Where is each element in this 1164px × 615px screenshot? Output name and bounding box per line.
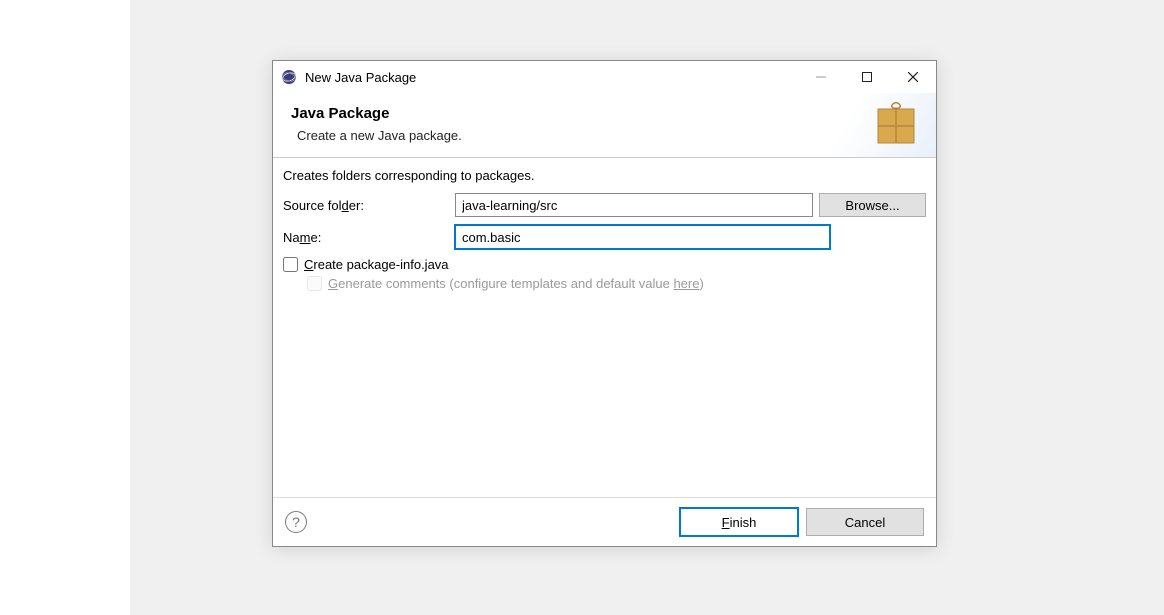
generate-comments-checkbox [307, 276, 322, 291]
name-input[interactable] [455, 225, 830, 249]
configure-link: here [673, 276, 699, 291]
wizard-subheading: Create a new Java package. [291, 128, 918, 143]
window-title: New Java Package [305, 70, 798, 85]
name-label: Name: [283, 230, 455, 245]
help-button[interactable]: ? [285, 511, 307, 533]
name-row: Name: [283, 225, 926, 249]
cancel-button[interactable]: Cancel [806, 508, 924, 536]
source-folder-row: Source folder: Browse... [283, 193, 926, 217]
create-package-info-label[interactable]: Create package-info.java [304, 257, 449, 272]
close-button[interactable] [890, 61, 936, 93]
maximize-button[interactable] [844, 61, 890, 93]
finish-button[interactable]: Finish [680, 508, 798, 536]
source-folder-label: Source folder: [283, 198, 455, 213]
wizard-heading: Java Package [291, 105, 918, 122]
browse-button[interactable]: Browse... [819, 193, 926, 217]
page-gutter [0, 0, 130, 615]
new-java-package-dialog: New Java Package Java Package Create a n… [272, 60, 937, 547]
form-body: Creates folders corresponding to package… [273, 158, 936, 497]
titlebar: New Java Package [273, 61, 936, 93]
create-package-info-checkbox[interactable] [283, 257, 298, 272]
window-controls [798, 61, 936, 93]
package-icon [872, 99, 920, 147]
minimize-button[interactable] [798, 61, 844, 93]
generate-comments-label: Generate comments (configure templates a… [328, 276, 704, 291]
eclipse-icon [281, 69, 297, 85]
form-description: Creates folders corresponding to package… [283, 168, 926, 183]
wizard-banner: Java Package Create a new Java package. [273, 93, 936, 157]
button-bar: ? Finish Cancel [273, 497, 936, 546]
help-icon: ? [292, 514, 300, 530]
create-package-info-row: Create package-info.java [283, 257, 926, 272]
source-folder-input[interactable] [455, 193, 813, 217]
generate-comments-row: Generate comments (configure templates a… [307, 276, 926, 291]
